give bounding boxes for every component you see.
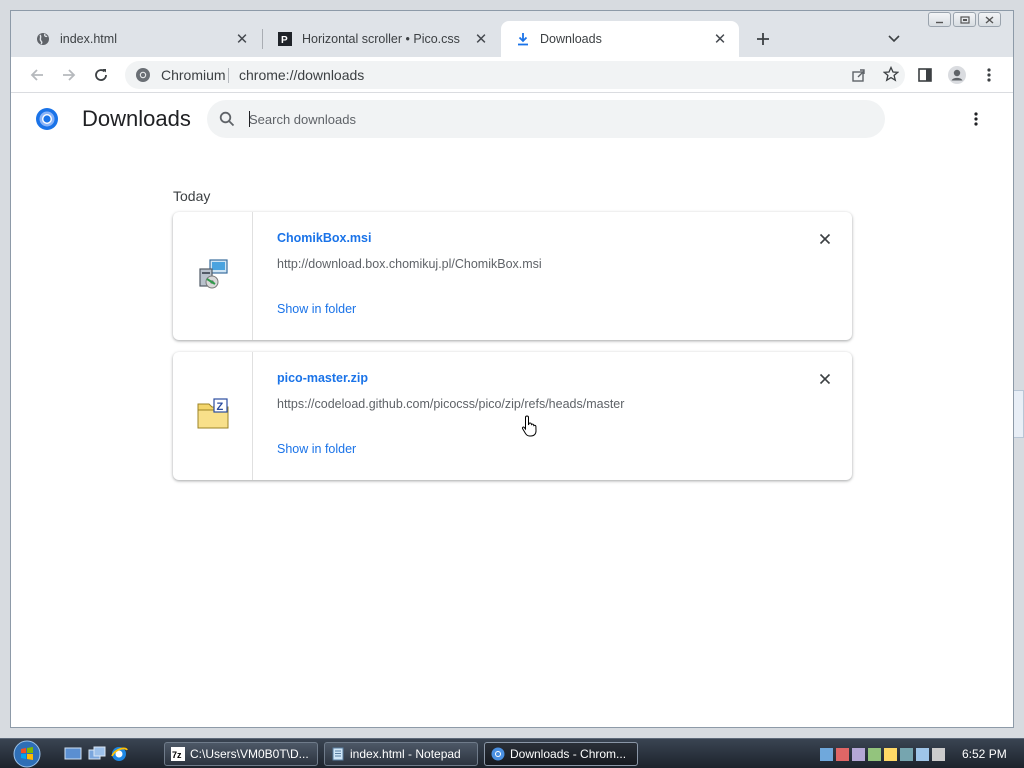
address-bar[interactable]: Chromium chrome://downloads — [125, 61, 905, 89]
hand-pointer-cursor-icon — [521, 415, 539, 437]
chromium-logo-icon — [135, 67, 151, 83]
globe-icon — [35, 31, 51, 47]
tray-app-icon[interactable] — [900, 747, 913, 761]
svg-text:P: P — [281, 35, 288, 46]
tab-label: Horizontal scroller • Pico.css — [302, 32, 460, 46]
source-url[interactable]: https://codeload.github.com/picocss/pico… — [277, 397, 624, 411]
svg-text:7z: 7z — [172, 750, 182, 760]
tray-app-icon[interactable] — [868, 747, 881, 761]
file-icon-column: Z — [173, 352, 253, 480]
7zip-icon: 7z — [171, 747, 185, 761]
tab-search-chevron-icon[interactable] — [883, 28, 905, 50]
tab-label: index.html — [60, 32, 117, 46]
file-icon-column — [173, 212, 253, 340]
file-name-link[interactable]: ChomikBox.msi — [277, 231, 371, 245]
taskbar-item-label: index.html - Notepad — [350, 747, 461, 761]
zip-archive-icon: Z — [196, 397, 230, 436]
windows-orb-icon — [13, 740, 41, 768]
page-title: Downloads — [82, 106, 191, 131]
download-item: ChomikBox.msi http://download.box.chomik… — [173, 212, 852, 340]
text-caret — [249, 111, 250, 127]
close-icon[interactable]: ✕ — [711, 30, 729, 48]
tray-app-icon[interactable] — [852, 747, 865, 761]
taskbar-item-7zip[interactable]: 7z C:\Users\VM0B0T\D... — [164, 742, 318, 766]
downloads-page: Downloads Today — [11, 94, 1013, 727]
chrome-downloads-logo-icon — [35, 107, 59, 131]
switch-windows-icon[interactable] — [88, 745, 106, 763]
msi-installer-icon — [196, 257, 230, 296]
taskbar-item-label: C:\Users\VM0B0T\D... — [190, 747, 309, 761]
close-icon — [819, 233, 831, 245]
back-arrow-icon — [30, 69, 43, 81]
download-item: Z pico-master.zip https://codeload.githu… — [173, 352, 852, 480]
volume-muted-icon[interactable] — [932, 747, 945, 761]
close-icon — [819, 373, 831, 385]
system-tray — [820, 744, 960, 764]
reload-icon — [95, 69, 107, 81]
remove-from-list-button[interactable] — [815, 229, 835, 249]
browser-toolbar: Chromium chrome://downloads — [11, 57, 1013, 93]
back-button[interactable] — [25, 63, 49, 87]
tray-app-icon[interactable] — [884, 747, 897, 761]
notepad-icon — [331, 747, 345, 761]
window-controls — [928, 12, 1001, 27]
file-name-link[interactable]: pico-master.zip — [277, 371, 368, 385]
kebab-menu-icon — [974, 112, 978, 126]
taskbar-item-label: Downloads - Chrom... — [510, 747, 627, 761]
omnibox-divider — [228, 68, 229, 83]
omnibox-site-label: Chromium — [161, 67, 226, 83]
svg-text:Z: Z — [216, 401, 223, 413]
tray-app-icon[interactable] — [916, 747, 929, 761]
date-heading: Today — [173, 188, 211, 204]
tab-downloads[interactable]: Downloads ✕ — [501, 21, 739, 57]
show-desktop-icon[interactable] — [64, 745, 82, 763]
side-panel-button[interactable] — [913, 63, 937, 87]
side-panel-icon — [918, 68, 932, 82]
taskbar-clock[interactable]: 6:52 PM — [962, 747, 1007, 761]
search-input[interactable] — [249, 109, 849, 129]
show-in-folder-link[interactable]: Show in folder — [277, 442, 356, 456]
search-downloads-box[interactable] — [207, 100, 885, 138]
tray-app-icon[interactable] — [836, 747, 849, 761]
start-button[interactable] — [10, 739, 44, 768]
profile-avatar-icon — [948, 66, 966, 84]
pico-favicon-icon: P — [277, 31, 293, 47]
taskbar-item-notepad[interactable]: index.html - Notepad — [324, 742, 478, 766]
download-icon — [515, 31, 531, 47]
close-icon[interactable]: ✕ — [233, 30, 251, 48]
tray-network-icon[interactable] — [820, 747, 833, 761]
profile-button[interactable] — [945, 63, 969, 87]
chromium-icon — [491, 747, 505, 761]
source-url[interactable]: http://download.box.chomikuj.pl/ChomikBo… — [277, 257, 542, 271]
tab-strip: index.html ✕ P Horizontal scroller • Pic… — [11, 11, 1013, 57]
maximize-button[interactable] — [953, 12, 976, 27]
downloads-more-actions-button[interactable] — [965, 108, 987, 130]
omnibox-url[interactable]: chrome://downloads — [239, 67, 364, 83]
reload-button[interactable] — [89, 63, 113, 87]
bookmark-star-icon[interactable] — [882, 65, 900, 82]
taskbar-item-chromium[interactable]: Downloads - Chrom... — [484, 742, 638, 766]
browser-window: index.html ✕ P Horizontal scroller • Pic… — [10, 10, 1014, 728]
tab-index-html[interactable]: index.html ✕ — [21, 21, 261, 57]
tab-label: Downloads — [540, 32, 602, 46]
forward-button[interactable] — [57, 63, 81, 87]
minimize-button[interactable] — [928, 12, 951, 27]
search-icon — [219, 111, 235, 127]
share-icon[interactable] — [851, 67, 867, 83]
remove-from-list-button[interactable] — [815, 369, 835, 389]
taskbar: 7z C:\Users\VM0B0T\D... index.html - Not… — [0, 738, 1024, 768]
tab-pico-css[interactable]: P Horizontal scroller • Pico.css ✕ — [263, 21, 500, 57]
internet-explorer-icon[interactable] — [110, 745, 128, 763]
close-window-button[interactable] — [978, 12, 1001, 27]
browser-menu-button[interactable] — [977, 63, 1001, 87]
forward-arrow-icon — [63, 69, 76, 81]
show-in-folder-link[interactable]: Show in folder — [277, 302, 356, 316]
close-icon[interactable]: ✕ — [472, 30, 490, 48]
kebab-menu-icon — [987, 68, 991, 82]
new-tab-button[interactable] — [751, 27, 775, 51]
